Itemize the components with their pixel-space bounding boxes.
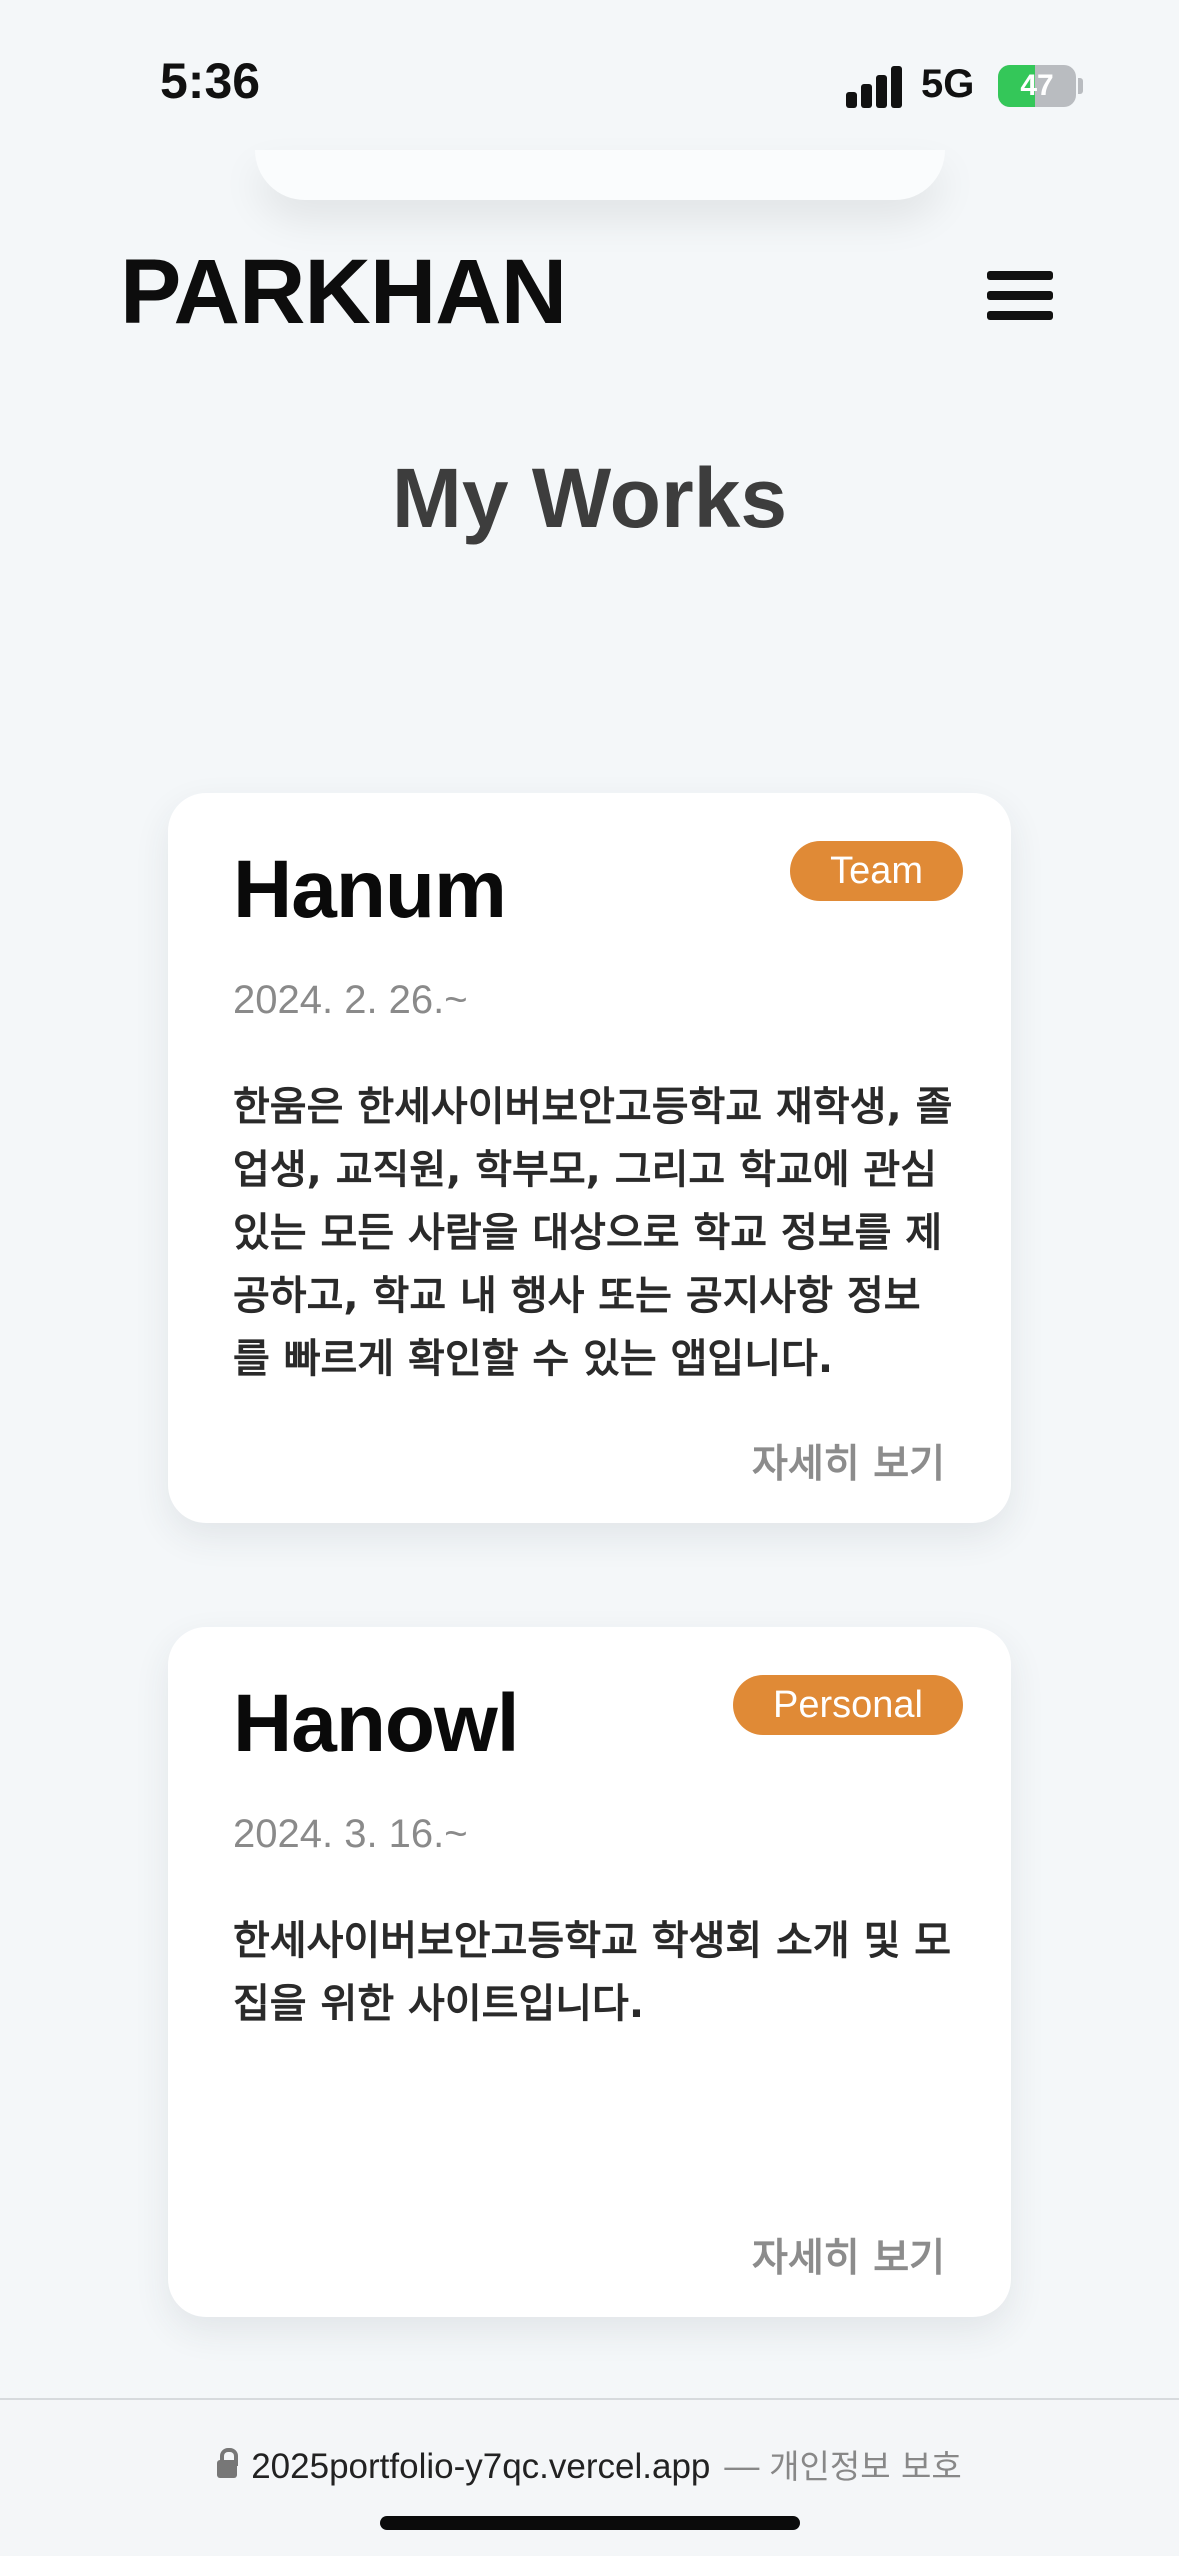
url-line[interactable]: 2025portfolio-y7qc.vercel.app — 개인정보 보호 [0,2440,1179,2488]
cellular-signal-icon [846,62,904,108]
lock-icon [217,2448,239,2480]
work-description: 한세사이버보안고등학교 학생회 소개 및 모집을 위한 사이트입니다. [233,1918,952,2027]
browser-address-bar[interactable]: 2025portfolio-y7qc.vercel.app — 개인정보 보호 [0,2398,1179,2556]
privacy-label: 개인정보 보호 [769,2447,962,2486]
url-separator: — [724,2447,760,2486]
battery-percent: 47 [1020,69,1054,102]
work-card-hanum[interactable]: Hanum Team 2024. 2. 26.~ 한움은 한세사이버보안고등학교… [168,793,1011,1523]
work-date: 2024. 3. 16.~ [233,1812,468,1856]
status-time: 5:36 [160,53,261,109]
work-type-badge: Personal [733,1675,963,1735]
battery-icon: 47 [998,65,1076,107]
site-logo[interactable]: PARKHAN [120,240,567,345]
work-type-badge: Team [790,841,963,901]
network-type: 5G [921,62,975,106]
page-title: My Works [391,451,788,545]
home-indicator[interactable] [380,2516,800,2530]
work-title: Hanum [233,844,507,935]
battery-tip [1078,78,1083,94]
screen: 5:36 5G 47 PARKHAN My Works Hanum Team 2… [0,0,1179,2556]
details-link[interactable]: 자세히 보기 [752,1433,945,1489]
work-title: Hanowl [233,1678,520,1769]
status-bar: 5:36 5G 47 [0,0,1179,150]
work-description: 한움은 한세사이버보안고등학교 재학생, 졸업생, 교직원, 학부모, 그리고 … [233,1084,953,1382]
work-card-hanowl[interactable]: Hanowl Personal 2024. 3. 16.~ 한세사이버보안고등학… [168,1627,1011,2317]
top-sheet [255,150,945,200]
hamburger-icon[interactable] [985,265,1055,325]
details-link[interactable]: 자세히 보기 [752,2227,945,2283]
work-date: 2024. 2. 26.~ [233,978,468,1022]
url-text: 2025portfolio-y7qc.vercel.app [251,2447,711,2486]
